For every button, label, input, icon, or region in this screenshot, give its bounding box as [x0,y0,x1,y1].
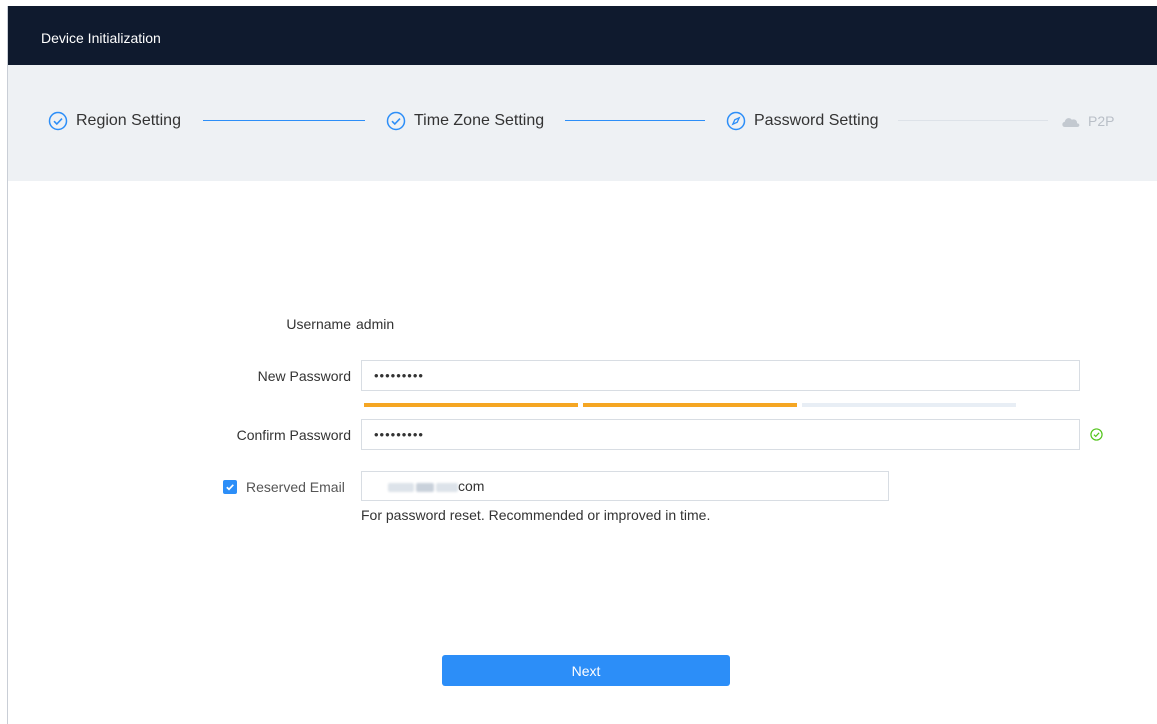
username-value: admin [356,316,395,332]
compass-icon [726,111,746,131]
reserved-email-field[interactable]: com [361,471,889,501]
wizard-steps: Region Setting Time Zone Setting Passwor… [8,65,1157,181]
step-connector [898,120,1048,121]
step-label: Password Setting [754,112,879,129]
step-label: Time Zone Setting [414,112,545,129]
check-circle-icon [386,111,406,131]
new-password-label: New Password [257,368,351,384]
check-circle-icon [48,111,68,131]
cloud-icon [1062,118,1080,127]
step-p2p: P2P [1060,109,1114,133]
check-icon [226,484,234,491]
title-bar: Device Initialization [8,6,1157,65]
reserved-email-checkbox[interactable] [223,480,237,494]
redacted-text [388,482,414,492]
password-strength-segment [802,403,1016,407]
next-button[interactable]: Next [442,655,730,686]
redacted-text [416,482,434,492]
username-label: Username [286,316,351,332]
step-connector [203,120,365,121]
step-password-setting: Password Setting [726,109,879,133]
confirm-password-label: Confirm Password [236,427,351,443]
device-initialization-window: Device Initialization Region Setting Tim… [7,6,1157,724]
email-visible-part: com [458,478,485,494]
step-connector [565,120,705,121]
password-strength-segment [364,403,578,407]
password-strength-segment [583,403,797,407]
window-title: Device Initialization [41,30,161,46]
valid-check-icon [1090,428,1103,441]
redacted-text [436,482,458,492]
reserved-email-hint: For password reset. Recommended or impro… [361,507,711,523]
step-label: P2P [1088,113,1115,129]
step-region-setting: Region Setting [48,109,181,133]
new-password-field[interactable] [361,360,1080,391]
step-time-zone-setting: Time Zone Setting [386,109,544,133]
step-label: Region Setting [76,112,181,129]
confirm-password-field[interactable] [361,419,1080,450]
reserved-email-label: Reserved Email [246,479,345,495]
